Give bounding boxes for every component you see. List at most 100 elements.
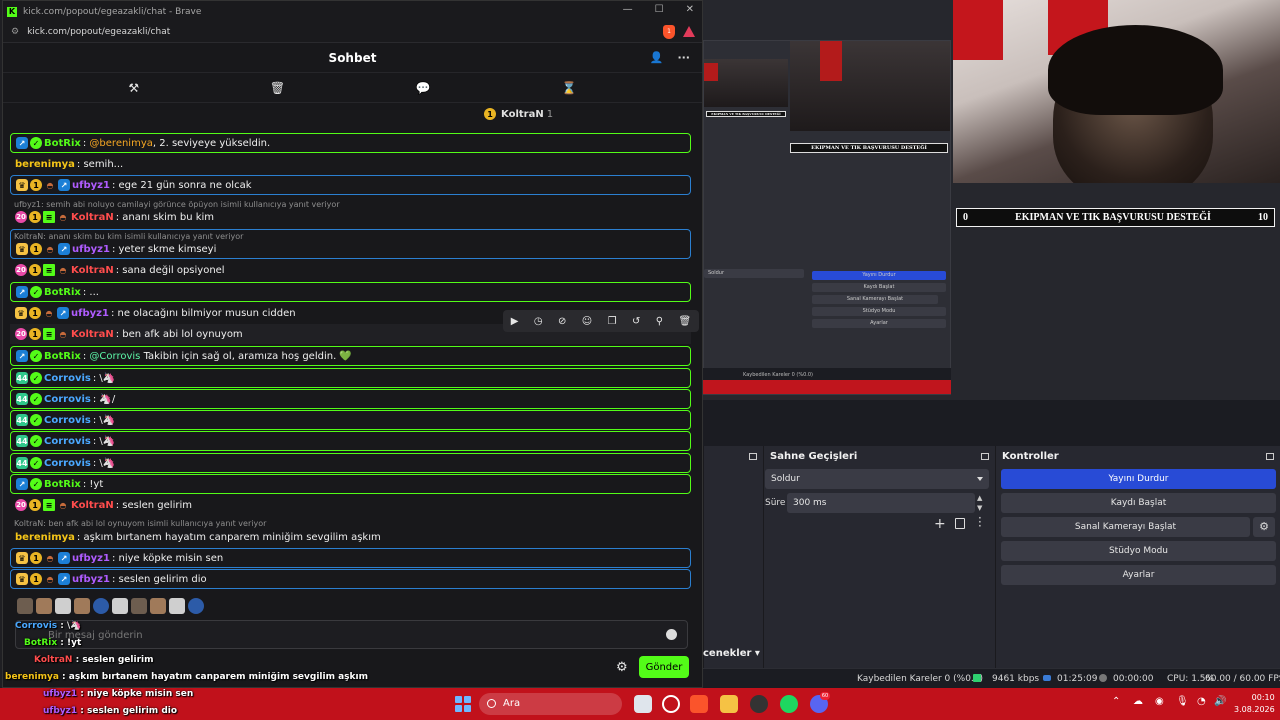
message-user[interactable]: BotRix (44, 287, 81, 298)
clock[interactable]: 00:10 3.08.2026 (1234, 692, 1275, 716)
pin-icon[interactable]: ⚲ (656, 316, 663, 327)
hide-icon[interactable]: ⊘ (558, 316, 566, 327)
chat-input[interactable] (48, 627, 608, 643)
settings-button[interactable]: Ayarlar (1001, 565, 1276, 585)
wifi-icon[interactable]: ◔ (1197, 696, 1206, 707)
chat-message[interactable]: 44 ✓ Corrovis: 🦄/ (10, 389, 691, 409)
message-user[interactable]: ufbyz1 (72, 574, 110, 585)
message-user[interactable]: BotRix (44, 479, 81, 490)
chat-message[interactable]: 44 ✓ Corrovis: \🦄 (10, 368, 691, 388)
chat-message[interactable]: berenimya: semih... (10, 154, 691, 174)
chat-settings-gear-icon[interactable]: ⚙ (616, 660, 628, 675)
chat-message[interactable]: berenimya: aşkım bırtanem hayatım canpar… (10, 527, 691, 547)
chat-message[interactable]: 20 1 ≡ ◓ KoltraN: seslen gelirim (10, 495, 691, 515)
message-user[interactable]: Corrovis (44, 415, 91, 426)
emote-icon[interactable] (36, 598, 52, 614)
stop-stream-button[interactable]: Yayını Durdur (1001, 469, 1276, 489)
users-icon[interactable]: 👤 (650, 51, 664, 64)
emote-icon[interactable] (93, 598, 109, 614)
dock-float-icon[interactable] (749, 452, 757, 460)
virtual-camera-gear-icon[interactable]: ⚙ (1253, 517, 1275, 537)
clock-icon[interactable]: ◷ (534, 316, 543, 327)
brave-icon[interactable] (690, 695, 708, 713)
mic-icon[interactable]: 🎙 (1176, 696, 1189, 707)
message-user[interactable]: Corrovis (44, 394, 91, 405)
chat-input-box[interactable] (15, 620, 688, 649)
message-user[interactable]: BotRix (44, 351, 81, 362)
pinned-user[interactable]: 1 KoltraN 1 (484, 108, 553, 120)
message-user[interactable]: KoltraN (71, 500, 114, 511)
discord-tray-icon[interactable]: ◉ (1155, 696, 1164, 707)
mention[interactable]: @berenimya (89, 138, 152, 149)
more-options-icon[interactable]: ··· (677, 51, 690, 64)
message-user[interactable]: KoltraN (71, 265, 114, 276)
more-icon[interactable]: · · · (978, 512, 982, 532)
emoji-icon[interactable] (666, 629, 677, 640)
message-user[interactable]: ufbyz1 (72, 180, 110, 191)
chat-message[interactable]: ↗ ✓ BotRix: ... (10, 282, 691, 302)
message-user[interactable]: BotRix (44, 138, 81, 149)
chevron-up-icon[interactable]: ⌃ (1112, 696, 1120, 707)
chat-message[interactable]: 44 ✓ Corrovis: \🦄 (10, 431, 691, 451)
duration-field[interactable]: 300 ms (787, 493, 975, 513)
virtual-camera-button[interactable]: Sanal Kamerayı Başlat (1001, 517, 1250, 537)
message-user[interactable]: Corrovis (44, 436, 91, 447)
maximize-icon[interactable]: ☐ (655, 4, 664, 15)
spotify-icon[interactable] (780, 695, 798, 713)
studio-mode-button[interactable]: Stüdyo Modu (1001, 541, 1276, 561)
emote-icon[interactable] (169, 598, 185, 614)
hourglass-icon[interactable]: ⌛ (562, 81, 577, 95)
dock-tab-options[interactable]: cenekler ▾ (703, 648, 760, 659)
mention[interactable]: @Corrovis (89, 351, 140, 362)
duration-stepper[interactable]: ▲ ▼ (977, 493, 982, 513)
hammer-icon[interactable]: ⚒ (128, 81, 139, 95)
emote-icon[interactable] (188, 598, 204, 614)
task-view-icon[interactable] (634, 695, 652, 713)
chat-message[interactable]: ♛ 1 ◓ ↗ ufbyz1: ege 21 gün sonra ne olca… (10, 175, 691, 195)
chat-message[interactable]: 20 1 ≡ ◓ KoltraN: ananı skim bu kim (10, 207, 691, 227)
message-user[interactable]: KoltraN (71, 212, 114, 223)
chat-message[interactable]: ♛ 1 ◓ ↗ ufbyz1: seslen gelirim dio (10, 569, 691, 589)
transition-select[interactable]: Soldur (765, 469, 989, 489)
windows-start-icon[interactable] (455, 696, 471, 712)
message-user[interactable]: ufbyz1 (71, 308, 109, 319)
emote-icon[interactable] (112, 598, 128, 614)
emote-icon[interactable] (74, 598, 90, 614)
emote-icon[interactable]: ☺ (582, 316, 592, 327)
file-explorer-icon[interactable] (720, 695, 738, 713)
send-button[interactable]: Gönder (639, 656, 689, 678)
chat-bubble-icon[interactable]: 💬 (416, 81, 431, 95)
emote-icon[interactable] (55, 598, 71, 614)
chat-message[interactable]: ↗ ✓ BotRix: !yt (10, 474, 691, 494)
message-user[interactable]: Corrovis (44, 458, 91, 469)
dock-float-icon[interactable] (981, 452, 989, 460)
obs-icon[interactable] (750, 695, 768, 713)
add-transition-icon[interactable]: + (934, 516, 946, 532)
trash-icon[interactable]: 🗑 (270, 81, 285, 95)
message-user[interactable]: berenimya (15, 159, 75, 170)
minimize-icon[interactable]: — (623, 4, 633, 15)
brave-shield-icon[interactable]: 1 (663, 25, 675, 39)
address-bar[interactable]: ⚙ kick.com/popout/egeazakli/chat 1 (3, 22, 702, 43)
undo-icon[interactable]: ↺ (632, 316, 640, 327)
message-user[interactable]: ufbyz1 (72, 244, 110, 255)
chat-message[interactable]: 44 ✓ Corrovis: \🦄 (10, 410, 691, 430)
start-recording-button[interactable]: Kaydı Başlat (1001, 493, 1276, 513)
delete-icon[interactable]: 🗑 (679, 316, 692, 327)
chat-message[interactable]: ♛ 1 ◓ ↗ ufbyz1: niye köpke misin sen (10, 548, 691, 568)
dock-float-icon[interactable] (1266, 452, 1274, 460)
volume-icon[interactable]: 🔊 (1214, 696, 1226, 707)
play-icon[interactable]: ▶ (511, 316, 519, 327)
emote-icon[interactable] (17, 598, 33, 614)
message-user[interactable]: Corrovis (44, 373, 91, 384)
chatgpt-icon[interactable] (662, 695, 680, 713)
message-user[interactable]: ufbyz1 (72, 553, 110, 564)
chat-message[interactable]: 44 ✓ Corrovis: \🦄 (10, 453, 691, 473)
brave-rewards-icon[interactable] (683, 26, 695, 37)
message-user[interactable]: berenimya (15, 532, 75, 543)
chat-message[interactable]: ↗ ✓ BotRix: @berenimya , 2. seviyeye yük… (10, 133, 691, 153)
cloud-icon[interactable]: ☁ (1133, 696, 1143, 707)
chat-message[interactable]: ↗ ✓ BotRix: @Corrovis Takibin için sağ o… (10, 346, 691, 366)
trash-icon[interactable] (955, 518, 965, 529)
emote-icon[interactable] (131, 598, 147, 614)
